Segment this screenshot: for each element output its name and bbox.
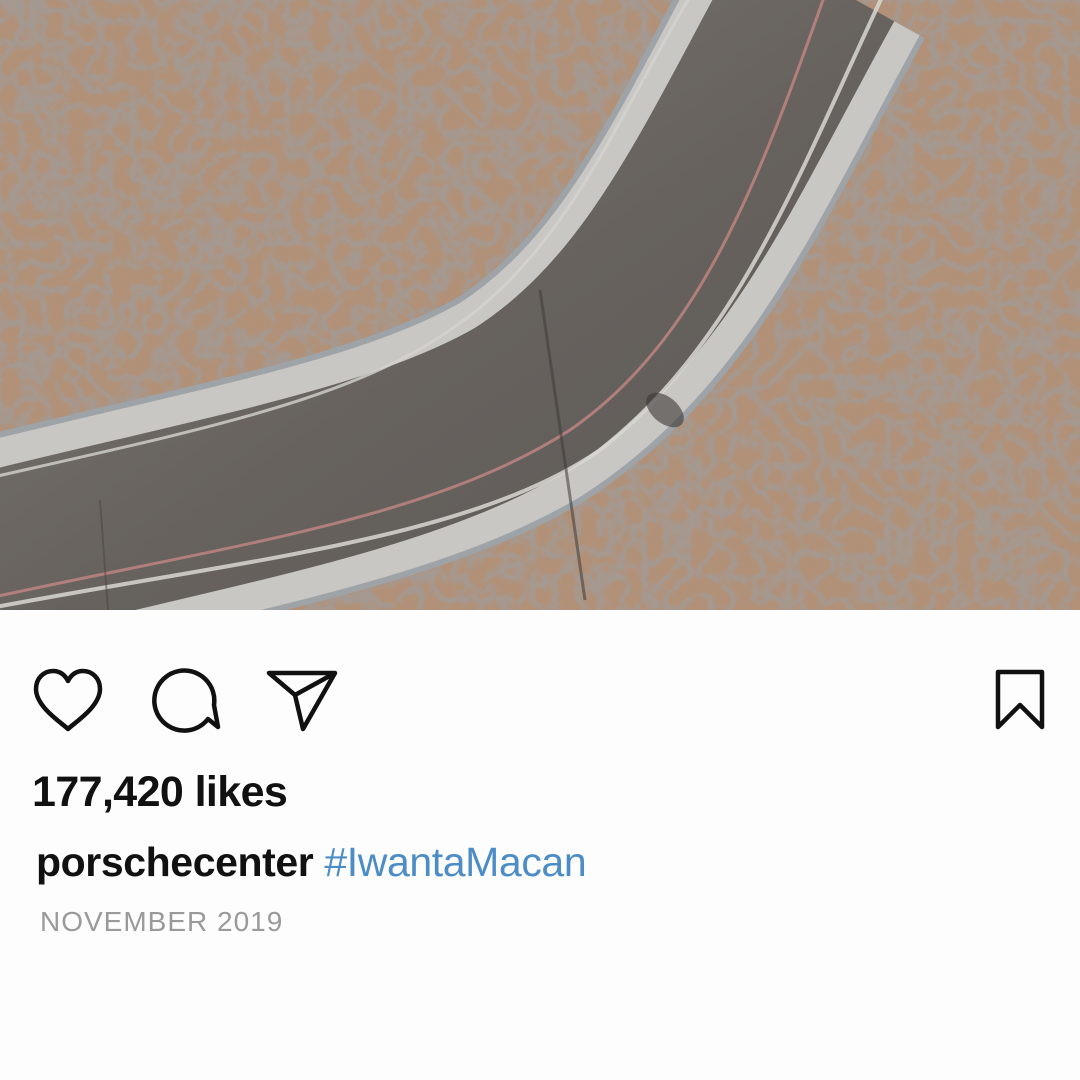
desert-race-track-image xyxy=(0,0,1080,610)
likes-count[interactable]: 177,420 likes xyxy=(32,768,288,817)
post-image[interactable] xyxy=(0,0,1080,610)
post-date: NOVEMBER 2019 xyxy=(40,906,284,937)
speech-bubble-icon xyxy=(152,668,221,733)
bookmark-button[interactable] xyxy=(980,660,1060,740)
bookmark-icon xyxy=(995,669,1045,730)
like-button[interactable] xyxy=(28,660,108,740)
post-caption: porschecenter #IwantaMacan xyxy=(36,836,587,888)
share-button[interactable] xyxy=(262,660,342,740)
post-actions xyxy=(0,660,1080,740)
comment-button[interactable] xyxy=(147,660,227,740)
username-link[interactable]: porschecenter xyxy=(36,839,314,885)
hashtag-link[interactable]: #IwantaMacan xyxy=(324,839,586,885)
paper-plane-icon xyxy=(266,670,338,732)
heart-icon xyxy=(33,668,103,732)
